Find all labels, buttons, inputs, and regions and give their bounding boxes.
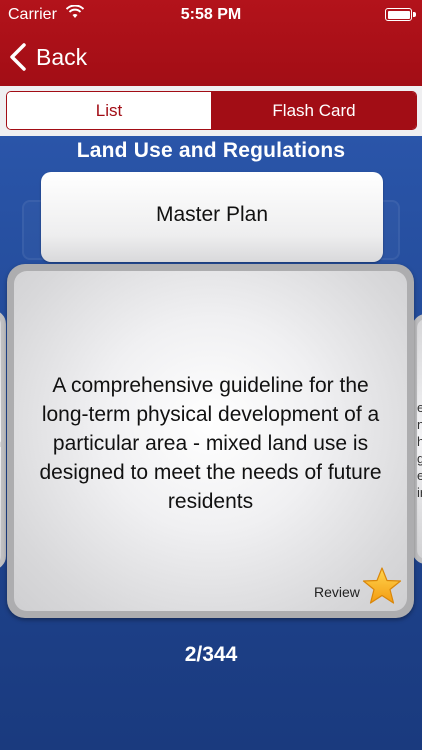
navigation-bar: Carrier 5:58 PM Back (0, 0, 422, 86)
view-mode-bar: List Flash Card (0, 86, 422, 136)
back-button[interactable]: Back (8, 38, 87, 76)
flash-card-area: Land Use and Regulations n e unhgreir Ma… (0, 136, 422, 750)
tab-list[interactable]: List (7, 92, 212, 129)
back-label: Back (36, 43, 88, 70)
term-text: Master Plan (155, 203, 269, 226)
deck-title: Land Use and Regulations (76, 139, 346, 162)
status-bar: Carrier 5:58 PM (0, 0, 422, 30)
view-mode-segmented-control: List Flash Card (6, 91, 417, 130)
definition-text: A comprehensive guideline for the long-t… (39, 374, 382, 513)
previous-card[interactable]: n (0, 310, 6, 570)
chevron-left-icon (10, 43, 26, 71)
card-counter: 2/344 (184, 643, 238, 666)
review-label: Review (314, 584, 360, 600)
battery-icon (385, 8, 416, 21)
status-time: 5:58 PM (180, 6, 242, 23)
definition-card[interactable]: A comprehensive guideline for the long-t… (7, 264, 414, 618)
tab-flash-card[interactable]: Flash Card (212, 92, 416, 129)
term-card[interactable]: Master Plan (41, 172, 383, 262)
star-icon[interactable] (362, 566, 402, 606)
